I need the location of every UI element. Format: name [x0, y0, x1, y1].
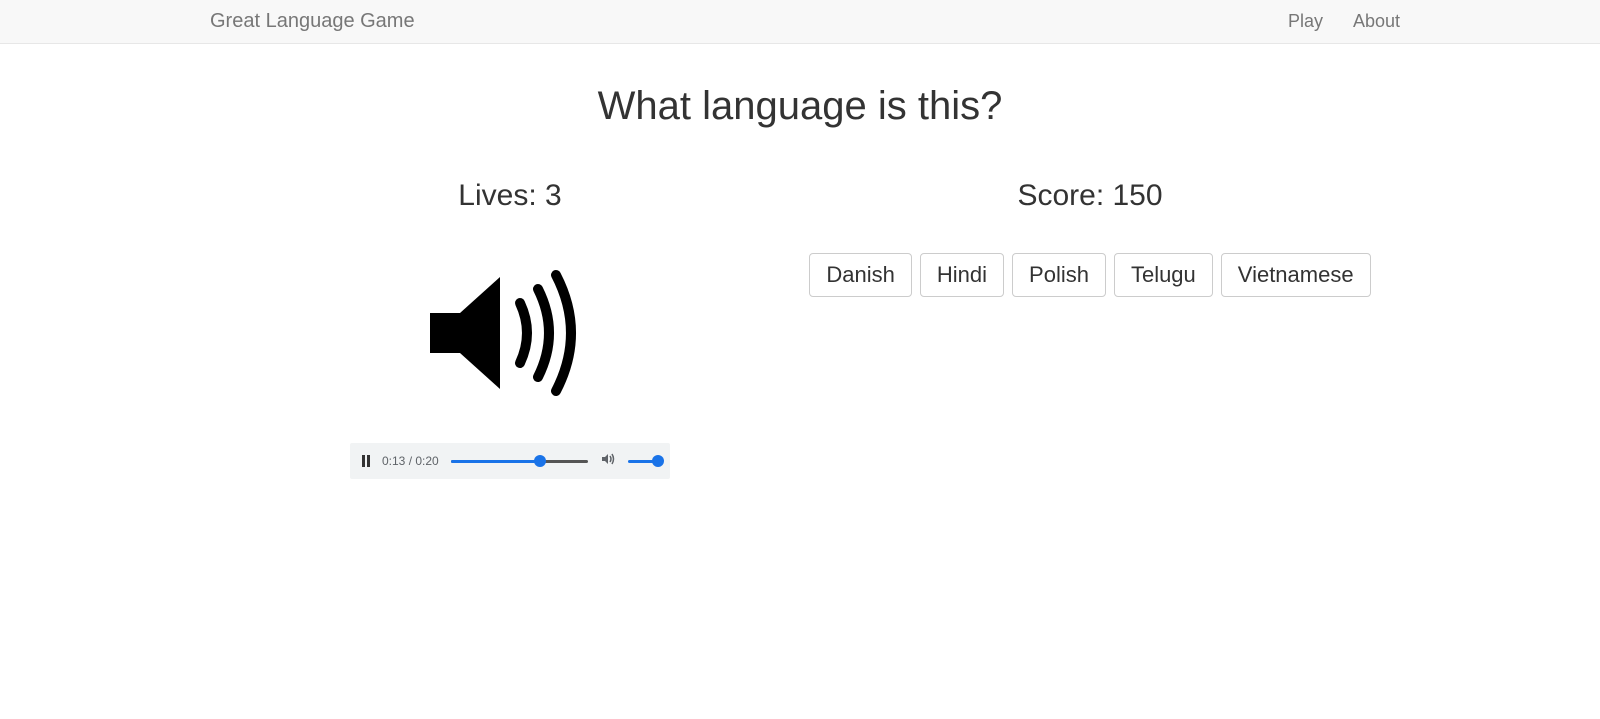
- answer-polish[interactable]: Polish: [1012, 253, 1106, 297]
- nav-play[interactable]: Play: [1288, 11, 1323, 32]
- pause-button[interactable]: [362, 455, 370, 467]
- answer-telugu[interactable]: Telugu: [1114, 253, 1213, 297]
- audio-progress[interactable]: [451, 460, 588, 463]
- answer-vietnamese[interactable]: Vietnamese: [1221, 253, 1371, 297]
- main-container: What language is this? Lives: 3 0:13 / 0…: [200, 44, 1400, 519]
- nav-links: Play About: [1288, 11, 1400, 32]
- navbar: Great Language Game Play About: [0, 0, 1600, 44]
- audio-time: 0:13 / 0:20: [382, 454, 439, 468]
- volume-icon[interactable]: [600, 451, 616, 472]
- left-column: Lives: 3 0:13 / 0:20: [220, 179, 800, 479]
- audio-player: 0:13 / 0:20: [350, 443, 670, 479]
- score-label: Score: 150: [800, 179, 1380, 213]
- right-column: Score: 150 Danish Hindi Polish Telugu Vi…: [800, 179, 1380, 479]
- answer-hindi[interactable]: Hindi: [920, 253, 1004, 297]
- volume-slider[interactable]: [628, 460, 658, 463]
- speaker-icon: [410, 253, 610, 413]
- brand-link[interactable]: Great Language Game: [210, 10, 415, 33]
- game-row: Lives: 3 0:13 / 0:20: [220, 179, 1380, 479]
- answer-buttons: Danish Hindi Polish Telugu Vietnamese: [800, 253, 1380, 297]
- nav-about[interactable]: About: [1353, 11, 1400, 32]
- answer-danish[interactable]: Danish: [809, 253, 911, 297]
- question-title: What language is this?: [220, 84, 1380, 129]
- lives-label: Lives: 3: [220, 179, 800, 213]
